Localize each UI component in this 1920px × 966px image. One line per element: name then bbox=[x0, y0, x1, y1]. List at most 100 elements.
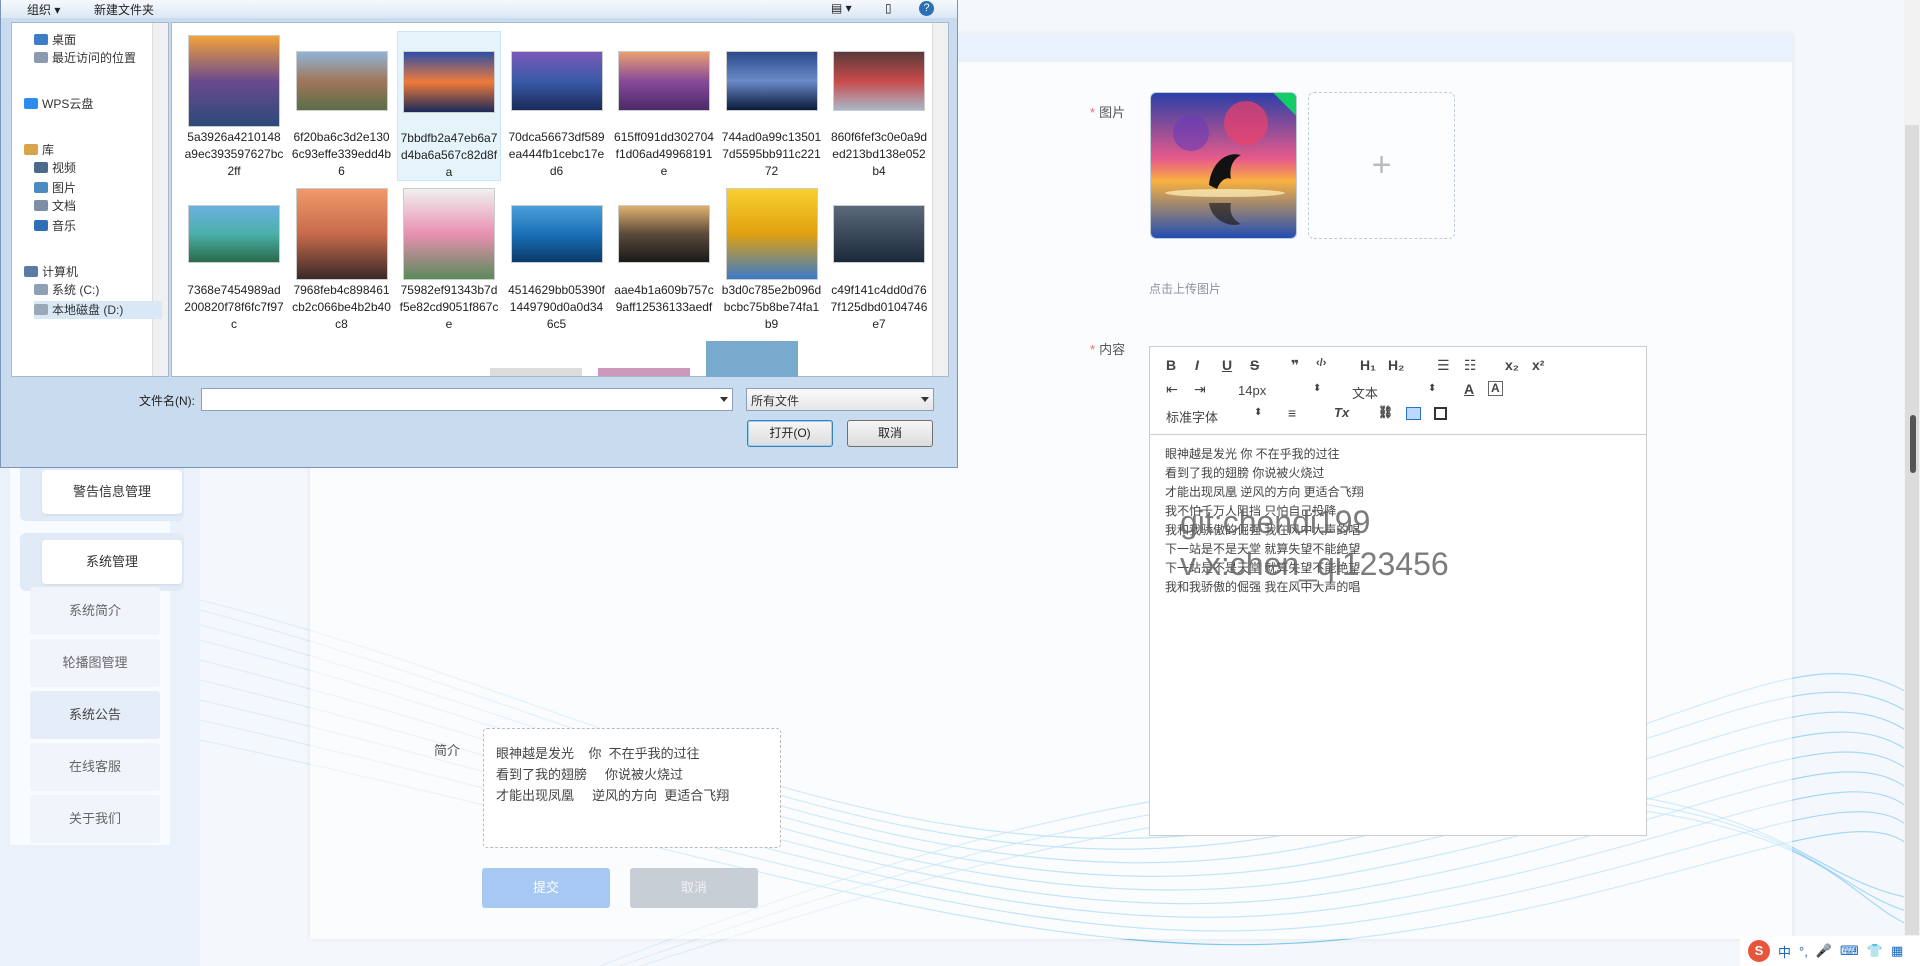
files-scrollbar[interactable] bbox=[932, 23, 948, 376]
tray-icon[interactable]: 中 bbox=[1778, 942, 1791, 961]
file-item[interactable]: 70dca56673df589ea444fb1cebc17ed6 bbox=[505, 31, 609, 181]
underline-button[interactable]: U bbox=[1222, 357, 1232, 373]
file-item[interactable]: 744ad0a99c135017d5595bb911c22172 bbox=[720, 31, 824, 181]
file-item[interactable]: 7968feb4c898461cb2c066be4b2b40c8 bbox=[290, 184, 394, 334]
nav-item-10[interactable]: 本地磁盘 (D:) bbox=[34, 301, 162, 319]
filename-input[interactable] bbox=[201, 388, 733, 411]
file-item[interactable]: b3d0c785e2b096dbcbc75b8be74fa1b9 bbox=[720, 184, 824, 334]
uploaded-image-thumbnail[interactable] bbox=[1150, 92, 1297, 239]
preview-pane-icon[interactable]: ▯ bbox=[885, 1, 892, 15]
video-icon[interactable] bbox=[1434, 407, 1447, 420]
editor-line: 眼神越是发光 你 不在乎我的过往 bbox=[1165, 447, 1340, 461]
align-button[interactable]: ≡ bbox=[1288, 405, 1296, 421]
file-item[interactable]: 615ff091dd302704f1d06ad49968191e bbox=[612, 31, 716, 181]
cancel-button[interactable]: 取消 bbox=[630, 868, 758, 908]
h1-button[interactable]: H₁ bbox=[1360, 357, 1376, 373]
file-item[interactable]: 7368e7454989ad200820f78f6fc7f97c bbox=[182, 184, 286, 334]
link-icon[interactable]: ⛓ bbox=[1378, 405, 1393, 419]
nav-item-label: 最近访问的位置 bbox=[52, 51, 137, 65]
file-name: 744ad0a99c135017d5595bb911c22172 bbox=[721, 130, 822, 178]
file-item[interactable]: 4514629bb05390f1449790d0a0d346c5 bbox=[505, 184, 609, 334]
bg-color-button[interactable]: A bbox=[1488, 381, 1503, 396]
chevron-down-icon[interactable] bbox=[720, 397, 728, 402]
nav-item-8[interactable]: 计算机 bbox=[24, 263, 78, 281]
new-folder-button[interactable]: 新建文件夹 bbox=[94, 1, 154, 18]
nav-item-label: 系统 (C:) bbox=[52, 283, 100, 297]
tray-icon[interactable]: S bbox=[1748, 940, 1770, 962]
tray-icon[interactable]: 👕 bbox=[1867, 943, 1883, 959]
indent-icon[interactable]: ⇥ bbox=[1194, 381, 1206, 398]
code-button[interactable]: ‹/› bbox=[1316, 357, 1326, 369]
header-select[interactable]: 文本 bbox=[1352, 383, 1378, 402]
sidebar-item-about[interactable]: 关于我们 bbox=[30, 795, 160, 843]
file-type-select[interactable]: 所有文件 bbox=[746, 388, 934, 411]
file-item[interactable]: 7bbdfb2a47eb6a7d4ba6a567c82d8fa bbox=[397, 31, 501, 181]
menu-group-label: 系统管理 bbox=[42, 540, 182, 584]
sidebar-item-notice[interactable]: 系统公告 bbox=[30, 691, 160, 739]
file-item[interactable]: c49f141c4dd0d767f125dbd0104746e7 bbox=[827, 184, 931, 334]
nav-item-5[interactable]: 图片 bbox=[34, 179, 76, 197]
bullet-list-button[interactable]: ☷ bbox=[1464, 357, 1477, 374]
h2-button[interactable]: H₂ bbox=[1388, 357, 1404, 373]
file-thumbnail bbox=[403, 188, 495, 280]
library-icon bbox=[24, 144, 38, 155]
watermark-vx: v x:chen_qi123456 bbox=[1180, 546, 1449, 582]
document-icon bbox=[34, 200, 48, 211]
tray-icon[interactable]: ▦ bbox=[1891, 943, 1903, 959]
sidebar-item-service[interactable]: 在线客服 bbox=[30, 743, 160, 791]
file-item[interactable]: aae4b1a609b757c9aff12536133aedf bbox=[612, 184, 716, 334]
file-item[interactable]: 75982ef91343b7df5e82cd9051f867ce bbox=[397, 184, 501, 334]
help-icon[interactable]: ? bbox=[919, 1, 934, 16]
italic-button[interactable]: I bbox=[1195, 357, 1199, 373]
intro-textarea[interactable]: 眼神越是发光 你 不在乎我的过往 看到了我的翅膀 你说被火烧过 才能出现凤凰 逆… bbox=[483, 728, 781, 848]
strike-button[interactable]: S bbox=[1250, 357, 1259, 373]
file-thumbnail bbox=[188, 188, 280, 280]
image-icon[interactable] bbox=[1406, 407, 1421, 420]
page-scrollbar-thumb[interactable] bbox=[1910, 415, 1916, 473]
nav-scrollbar[interactable] bbox=[152, 23, 168, 376]
nav-item-6[interactable]: 文档 bbox=[34, 197, 76, 215]
quote-button[interactable]: ❞ bbox=[1291, 357, 1299, 374]
file-item[interactable]: 5a3926a4210148a9ec393597627bc2ff bbox=[182, 31, 286, 181]
dialog-cancel-button[interactable]: 取消 bbox=[847, 420, 933, 447]
nav-item-0[interactable]: 桌面 bbox=[34, 31, 76, 49]
editor-line: 才能出现凤凰 逆风的方向 更适合飞翔 bbox=[1165, 485, 1364, 499]
text-color-button[interactable]: A bbox=[1464, 381, 1474, 397]
submit-button[interactable]: 提交 bbox=[482, 868, 610, 908]
file-item[interactable]: 860f6fef3c0e0a9ded213bd138e052b4 bbox=[827, 31, 931, 181]
outdent-icon[interactable]: ⇤ bbox=[1166, 381, 1178, 398]
nav-item-2[interactable]: WPS云盘 bbox=[24, 95, 93, 113]
nav-item-9[interactable]: 系统 (C:) bbox=[34, 281, 99, 299]
font-family-select[interactable]: 标准字体 bbox=[1166, 407, 1218, 426]
chevron-down-icon bbox=[921, 397, 929, 402]
nav-item-label: 桌面 bbox=[52, 33, 77, 47]
file-item[interactable]: 6f20ba6c3d2e1306c93effe339edd4b6 bbox=[290, 31, 394, 181]
open-button[interactable]: 打开(O) bbox=[747, 420, 833, 447]
desktop-icon bbox=[34, 34, 48, 45]
tray-icon[interactable]: 🎤 bbox=[1816, 943, 1832, 959]
menu-group-label: 警告信息管理 bbox=[42, 470, 182, 514]
superscript-button[interactable]: x² bbox=[1532, 357, 1544, 373]
organize-menu[interactable]: 组织 ▾ bbox=[27, 1, 60, 18]
sidebar-item-intro[interactable]: 系统简介 bbox=[30, 587, 160, 635]
menu-group-warning[interactable]: 警告信息管理 bbox=[20, 463, 184, 521]
menu-group-system[interactable]: 系统管理 bbox=[20, 533, 184, 591]
nav-item-3[interactable]: 库 bbox=[24, 141, 54, 159]
sidebar-item-carousel[interactable]: 轮播图管理 bbox=[30, 639, 160, 687]
ordered-list-button[interactable]: ☰ bbox=[1437, 357, 1450, 374]
tray-icon[interactable]: °, bbox=[1799, 944, 1808, 959]
upload-button[interactable]: + bbox=[1308, 92, 1455, 239]
file-thumbnail bbox=[295, 35, 388, 127]
nav-item-1[interactable]: 最近访问的位置 bbox=[34, 49, 136, 67]
bold-button[interactable]: B bbox=[1166, 357, 1176, 373]
tray-icon[interactable]: ⌨ bbox=[1840, 943, 1859, 959]
rich-text-editor[interactable]: B I U S ❞ ‹/› H₁ H₂ ☰ ☷ x₂ x² ⇤ ⇥ 14px ⬍… bbox=[1149, 346, 1647, 836]
subscript-button[interactable]: x₂ bbox=[1505, 357, 1519, 373]
nav-item-4[interactable]: 视频 bbox=[34, 159, 76, 177]
nav-item-label: 音乐 bbox=[52, 219, 77, 233]
view-options-icon[interactable]: ▤ ▾ bbox=[831, 1, 852, 15]
font-size-select[interactable]: 14px bbox=[1238, 383, 1266, 398]
clean-format-button[interactable]: Tx bbox=[1334, 405, 1349, 420]
nav-item-7[interactable]: 音乐 bbox=[34, 217, 76, 235]
watermark-git: git:chendi199 bbox=[1180, 504, 1371, 540]
